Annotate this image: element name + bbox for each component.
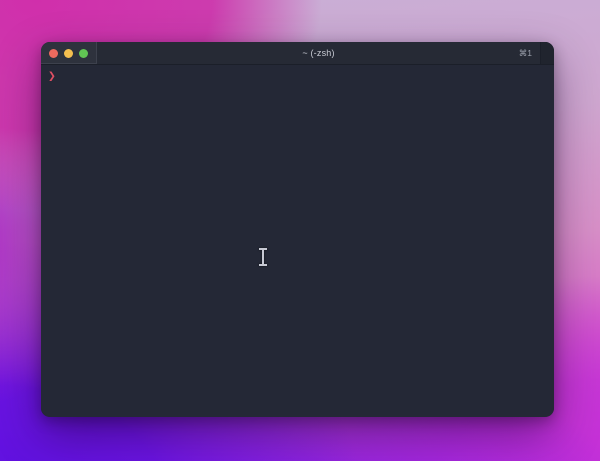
- tab-title: ~ (-zsh): [302, 48, 335, 58]
- minimize-button[interactable]: [64, 48, 73, 58]
- terminal-window: ~ (-zsh) ⌘1 ❯: [41, 42, 554, 417]
- tab-shortcut-badge: ⌘1: [518, 47, 532, 58]
- terminal-content[interactable]: ❯: [41, 65, 554, 416]
- zoom-button[interactable]: [79, 48, 88, 58]
- close-button[interactable]: [49, 48, 58, 58]
- prompt-line: ❯: [48, 69, 547, 84]
- tab-bar-spacer: [540, 42, 554, 64]
- window-controls: [41, 42, 97, 64]
- ibeam-cursor-icon: [258, 248, 268, 266]
- tab-bar[interactable]: ~ (-zsh) ⌘1: [41, 42, 554, 65]
- desktop-wallpaper: ~ (-zsh) ⌘1 ❯: [0, 0, 600, 461]
- shell-prompt-icon: ❯: [48, 69, 56, 84]
- tab-zsh[interactable]: ~ (-zsh) ⌘1: [97, 42, 540, 64]
